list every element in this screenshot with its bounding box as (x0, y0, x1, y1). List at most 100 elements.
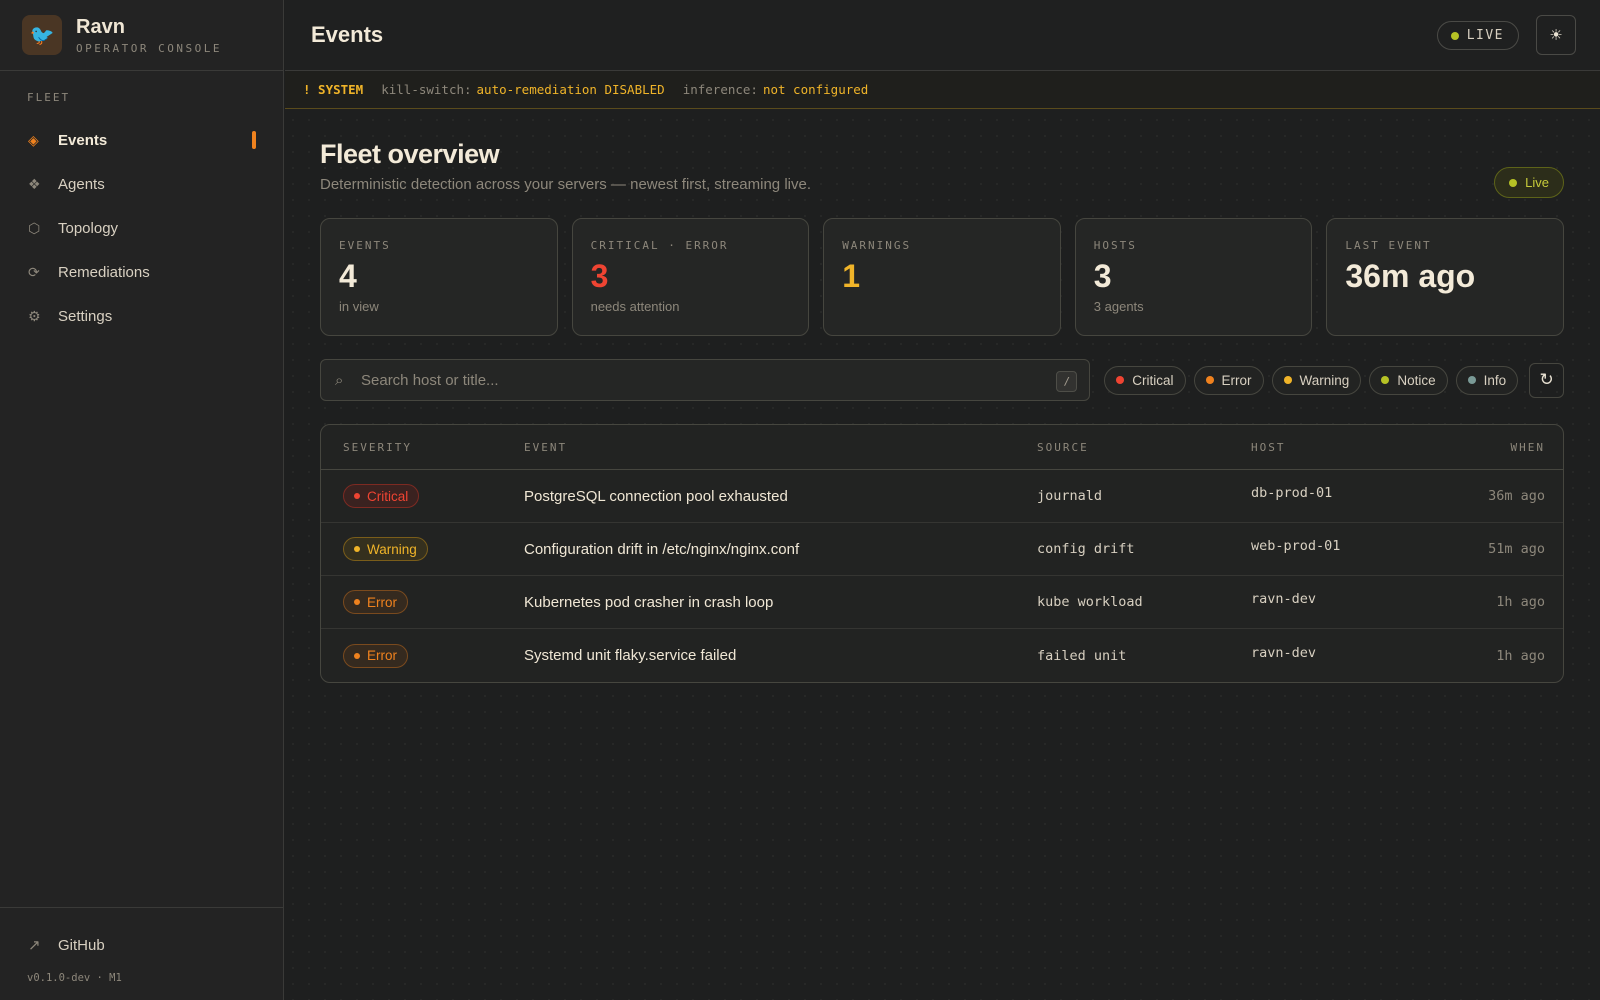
agents-icon: ❖ (28, 175, 41, 192)
search-icon: ⌕ (335, 371, 344, 389)
info-dot-icon (1467, 376, 1476, 384)
filter-label: Critical (1132, 372, 1174, 388)
live-chip: Live (1494, 167, 1564, 198)
filter-warning[interactable]: Warning (1271, 365, 1362, 395)
table-row[interactable]: Error Kubernetes pod crasher in crash lo… (321, 576, 1563, 629)
stat-value: 4 (339, 258, 357, 294)
live-label: LIVE (1466, 28, 1504, 43)
event-when: 36m ago (1488, 488, 1545, 504)
stat-card-hosts: HOSTS 3 3 agents (1074, 218, 1313, 336)
github-label: GitHub (58, 936, 105, 954)
stat-value: 3 (590, 258, 609, 294)
critical-dot-icon (354, 493, 360, 499)
inference-value: not configured (762, 82, 869, 97)
filter-notice[interactable]: Notice (1369, 365, 1448, 395)
killswitch-key: kill-switch: (381, 82, 472, 97)
table-header: SEVERITY EVENT SOURCE HOST WHEN (321, 425, 1563, 470)
severity-badge: Warning (343, 537, 428, 561)
stat-label: CRITICAL · ERROR (590, 239, 729, 252)
stat-value: 3 (1093, 258, 1112, 294)
event-when: 51m ago (1488, 541, 1545, 557)
notice-dot-icon (1381, 376, 1390, 384)
refresh-button[interactable]: ↻ (1529, 362, 1564, 398)
stat-value: 36m ago (1345, 258, 1476, 294)
system-tag: ! SYSTEM (303, 82, 364, 97)
filter-info[interactable]: Info (1455, 365, 1519, 395)
event-source: config drift (1037, 541, 1135, 557)
stat-card-last-event: LAST EVENT 36m ago (1326, 218, 1564, 336)
filter-row: ⌕ / Critical Error Warning (320, 359, 1564, 401)
sidebar-item-remediations[interactable]: ⟳ Remediations (0, 250, 283, 294)
hexagon-icon: ⬡ (28, 219, 41, 236)
event-title: Systemd unit flaky.service failed (524, 647, 737, 664)
stat-label: EVENTS (339, 239, 391, 252)
gear-icon: ⚙ (28, 307, 41, 324)
sidebar-item-agents[interactable]: ❖ Agents (0, 162, 283, 206)
header-when: WHEN (1510, 440, 1545, 454)
filter-critical[interactable]: Critical (1104, 365, 1186, 395)
event-host: ravn-dev (1251, 644, 1317, 661)
filter-label: Warning (1299, 372, 1350, 388)
stat-label: WARNINGS (842, 239, 912, 252)
warning-dot-icon (1283, 376, 1292, 384)
table-row[interactable]: Warning Configuration drift in /etc/ngin… (321, 523, 1563, 576)
error-dot-icon (1205, 376, 1214, 384)
stat-sub: needs attention (590, 299, 680, 314)
filter-error[interactable]: Error (1193, 365, 1264, 395)
error-dot-icon (354, 599, 360, 605)
severity-badge: Critical (343, 484, 420, 508)
github-link[interactable]: ↗ GitHub (0, 928, 284, 962)
header-severity: SEVERITY (343, 440, 412, 454)
table-row[interactable]: Error Systemd unit flaky.service failed … (321, 629, 1563, 682)
live-status-pill[interactable]: LIVE (1436, 21, 1519, 50)
stat-card-events: EVENTS 4 in view (320, 218, 558, 336)
stat-sub: in view (339, 299, 379, 314)
severity-badge: Error (343, 590, 408, 614)
sidebar-item-label: Remediations (58, 263, 150, 281)
theme-toggle-button[interactable]: ☀ (1536, 15, 1576, 55)
header-source: SOURCE (1037, 440, 1089, 454)
stat-sub: 3 agents (1093, 299, 1144, 314)
live-chip-label: Live (1525, 175, 1549, 190)
page-title: Events (311, 22, 384, 47)
severity-label: Error (367, 594, 397, 610)
system-banner: ! SYSTEM kill-switch: auto-remediation D… (285, 71, 1600, 109)
overview-subtitle: Deterministic detection across your serv… (320, 176, 811, 193)
severity-filters: Critical Error Warning Notice Info (1104, 365, 1519, 395)
severity-label: Critical (367, 488, 409, 504)
event-source: kube workload (1037, 594, 1143, 610)
event-source: failed unit (1037, 647, 1127, 664)
killswitch-value: auto-remediation DISABLED (476, 82, 665, 97)
external-link-icon: ↗ (28, 937, 41, 954)
search-box: ⌕ / (320, 359, 1091, 401)
stat-label: LAST EVENT (1345, 239, 1432, 252)
stat-label: HOSTS (1093, 239, 1137, 252)
bird-icon: 🐦 (22, 15, 62, 55)
overview-title: Fleet overview (320, 139, 500, 169)
critical-dot-icon (1116, 376, 1125, 384)
cycle-icon: ⟳ (28, 263, 40, 280)
table-row[interactable]: Critical PostgreSQL connection pool exha… (321, 470, 1563, 523)
header-event: EVENT (524, 440, 568, 454)
event-source: journald (1037, 488, 1103, 504)
severity-label: Error (367, 648, 397, 663)
sidebar-item-label: Topology (58, 219, 119, 237)
brand-subtitle: OPERATOR CONSOLE (76, 41, 222, 55)
inference-key: inference: (682, 82, 758, 97)
sidebar-item-events[interactable]: ◈ Events (0, 118, 283, 162)
sidebar-footer: ↗ GitHub v0.1.0-dev · M1 (0, 907, 284, 1000)
event-host: web-prod-01 (1251, 538, 1341, 554)
severity-label: Warning (367, 541, 417, 557)
stats-row: EVENTS 4 in view CRITICAL · ERROR 3 need… (320, 218, 1564, 336)
sidebar-nav: ◈ Events ❖ Agents ⬡ Topology ⟳ Remediati… (0, 118, 283, 338)
search-input[interactable] (361, 371, 1011, 389)
brand-name: Ravn (76, 15, 125, 38)
active-indicator (252, 131, 256, 149)
events-table: SEVERITY EVENT SOURCE HOST WHEN Critical… (320, 424, 1564, 683)
sidebar-item-topology[interactable]: ⬡ Topology (0, 206, 283, 250)
error-dot-icon (354, 652, 360, 659)
sidebar-item-settings[interactable]: ⚙ Settings (0, 294, 283, 338)
brand[interactable]: 🐦 Ravn OPERATOR CONSOLE (0, 0, 283, 71)
event-title: Configuration drift in /etc/nginx/nginx.… (524, 540, 800, 558)
main-area: Events LIVE ☀ ! SYSTEM kill-switch: auto… (285, 0, 1600, 1000)
